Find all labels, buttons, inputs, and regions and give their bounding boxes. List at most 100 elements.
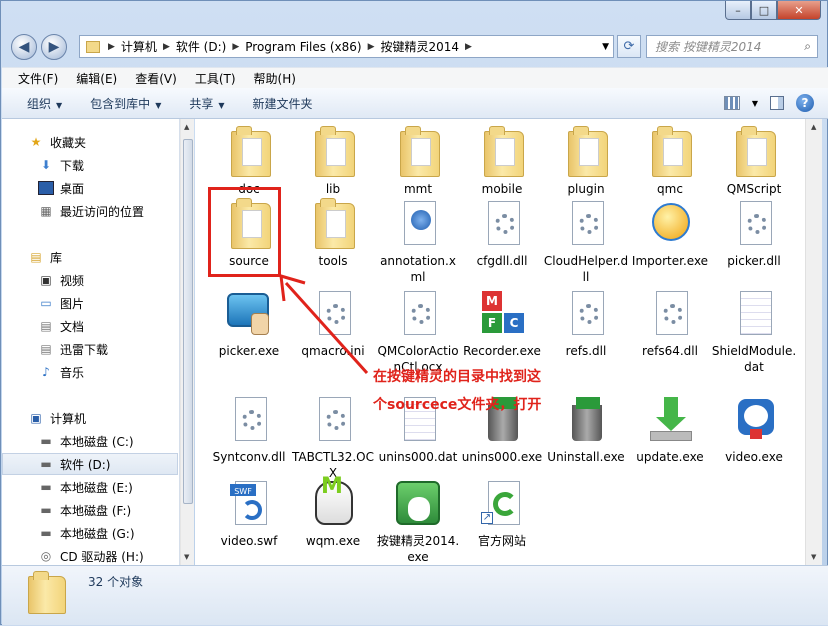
new-folder-button[interactable]: 新建文件夹 (253, 95, 313, 112)
sidebar-item-pictures[interactable]: ▭ 图片 (38, 292, 84, 314)
file-name: refs.dll (565, 344, 607, 358)
sidebar-item-label: CD 驱动器 (H:) (60, 549, 144, 564)
file-item[interactable]: SWF video.swf (206, 479, 292, 549)
file-item[interactable]: TABCTL32.OCX (290, 395, 376, 481)
file-name: mobile (481, 182, 523, 196)
address-dropdown-icon[interactable]: ▼ (602, 42, 609, 52)
sidebar-item-music[interactable]: ♪ 音乐 (38, 361, 84, 383)
item-count: 32 个对象 (88, 575, 144, 589)
sidebar-item-thunder-downloads[interactable]: ▤ 迅雷下载 (38, 338, 108, 360)
sidebar-item-cd-drive[interactable]: ◎ CD 驱动器 (H:) (38, 545, 144, 565)
file-item[interactable]: mobile (459, 126, 545, 197)
chevron-down-icon[interactable]: ▼ (752, 99, 758, 108)
preview-pane-icon[interactable] (770, 96, 784, 110)
menu-view[interactable]: 查看(V) (135, 70, 177, 87)
sidebar-item-recent[interactable]: ▦ 最近访问的位置 (38, 200, 144, 222)
sidebar-item-drive-d[interactable]: ▬ 软件 (D:) (2, 453, 178, 475)
file-item[interactable]: QMScript (711, 126, 797, 197)
wqm-app-icon: M (309, 476, 357, 531)
file-item[interactable]: picker.exe (206, 289, 292, 359)
file-item[interactable]: ↗ 官方网站 (459, 479, 545, 549)
menu-tools[interactable]: 工具(T) (195, 70, 236, 87)
search-input[interactable]: 搜索 按键精灵2014 ⌕ (646, 35, 818, 58)
include-in-library-button[interactable]: 包含到库中 ▼ (90, 95, 161, 112)
content-scrollbar[interactable]: ▲ ▼ (805, 119, 822, 565)
sidebar-computer[interactable]: ▣ 计算机 (28, 407, 86, 429)
file-item[interactable]: M F C Recorder.exe (459, 289, 545, 359)
menu-edit[interactable]: 编辑(E) (76, 70, 117, 87)
search-placeholder: 搜索 按键精灵2014 (655, 40, 762, 54)
minimize-button[interactable]: – (725, 1, 751, 20)
file-item[interactable]: update.exe (627, 395, 713, 465)
file-item[interactable]: CloudHelper.dll (543, 199, 629, 285)
documents-icon: ▤ (40, 319, 52, 333)
maximize-button[interactable]: □ (751, 1, 777, 20)
file-name: video.swf (220, 534, 278, 548)
sidebar-item-label: 文档 (60, 319, 85, 334)
file-item[interactable]: refs64.dll (627, 289, 713, 359)
address-bar[interactable]: ▶ 计算机 ▶ 软件 (D:) ▶ Program Files (x86) ▶ … (79, 35, 614, 58)
dll-file-icon (225, 395, 273, 447)
scroll-down-icon[interactable]: ▼ (811, 553, 816, 561)
file-item[interactable]: picker.dll (711, 199, 797, 269)
file-item[interactable]: plugin (543, 126, 629, 197)
search-icon[interactable]: ⌕ (804, 39, 811, 54)
scrollbar-thumb[interactable] (183, 139, 193, 504)
breadcrumb-program-files[interactable]: Program Files (x86) (245, 40, 361, 54)
sidebar-item-drive-g[interactable]: ▬ 本地磁盘 (G:) (38, 522, 135, 544)
file-item[interactable]: Mwqm.exe (290, 476, 376, 549)
file-item[interactable]: video.exe (711, 395, 797, 465)
file-item[interactable]: tools (290, 198, 376, 269)
file-item[interactable]: cfgdll.dll (459, 199, 545, 269)
file-name: ShieldModule.dat (711, 344, 797, 374)
folder-icon (225, 126, 273, 179)
back-button[interactable]: ◀ (11, 34, 37, 60)
share-button[interactable]: 共享 ▼ (189, 95, 224, 112)
sidebar-item-label: 本地磁盘 (G:) (60, 526, 135, 541)
file-item[interactable]: ShieldModule.dat (711, 289, 797, 375)
computer-icon: ▣ (30, 411, 42, 425)
close-button[interactable]: ✕ (777, 1, 821, 20)
breadcrumb-drive-d[interactable]: 软件 (D:) (176, 38, 226, 55)
file-item[interactable]: Importer.exe (627, 199, 713, 269)
file-item[interactable]: Syntconv.dll (206, 395, 292, 465)
file-item[interactable]: lib (290, 126, 376, 197)
file-name: update.exe (636, 450, 704, 464)
sidebar-libraries[interactable]: ▤ 库 (28, 246, 62, 268)
help-icon[interactable]: ? (796, 94, 814, 112)
organize-button[interactable]: 组织 ▼ (27, 95, 62, 112)
sidebar-favorites[interactable]: ★ 收藏夹 (28, 131, 86, 153)
file-item[interactable]: qmacro.ini (290, 289, 376, 359)
sidebar-item-videos[interactable]: ▣ 视频 (38, 269, 84, 291)
file-item[interactable]: refs.dll (543, 289, 629, 359)
breadcrumb-anjian[interactable]: 按键精灵2014 (381, 38, 460, 55)
sidebar-item-drive-f[interactable]: ▬ 本地磁盘 (F:) (38, 499, 131, 521)
sidebar-item-documents[interactable]: ▤ 文档 (38, 315, 84, 337)
sidebar-item-downloads[interactable]: ⬇ 下载 (38, 154, 84, 176)
file-item[interactable]: 按键精灵2014.exe (375, 479, 461, 565)
refresh-button[interactable]: ⟳ (617, 35, 641, 58)
file-item[interactable]: mmt (375, 126, 461, 197)
menu-file[interactable]: 文件(F) (18, 70, 58, 87)
sidebar-item-desktop[interactable]: 桌面 (38, 177, 84, 199)
file-item[interactable]: qmc (627, 126, 713, 197)
sidebar-item-drive-c[interactable]: ▬ 本地磁盘 (C:) (38, 430, 133, 452)
anjian-app-icon (394, 479, 442, 531)
sidebar-computer-label: 计算机 (50, 411, 87, 426)
share-label: 共享 (189, 96, 214, 111)
navigation-scrollbar[interactable]: ▲ ▼ (180, 119, 194, 565)
forward-button[interactable]: ▶ (41, 34, 67, 60)
xml-file-icon (394, 199, 442, 251)
menu-help[interactable]: 帮助(H) (254, 70, 296, 87)
scroll-down-icon[interactable]: ▼ (184, 553, 189, 561)
dll-file-icon (478, 199, 526, 251)
breadcrumb-computer[interactable]: 计算机 (121, 38, 157, 55)
scroll-up-icon[interactable]: ▲ (811, 123, 816, 131)
file-item[interactable]: annotation.xml (375, 199, 461, 285)
scroll-up-icon[interactable]: ▲ (184, 123, 189, 131)
file-name: qmacro.ini (301, 344, 365, 358)
sidebar-item-drive-e[interactable]: ▬ 本地磁盘 (E:) (38, 476, 132, 498)
video-icon: ▣ (40, 273, 52, 287)
view-options-icon[interactable] (723, 96, 740, 110)
annotation-text: 在按键精灵的目录中找到这 个sourcece文件夹，打开 (373, 363, 593, 419)
